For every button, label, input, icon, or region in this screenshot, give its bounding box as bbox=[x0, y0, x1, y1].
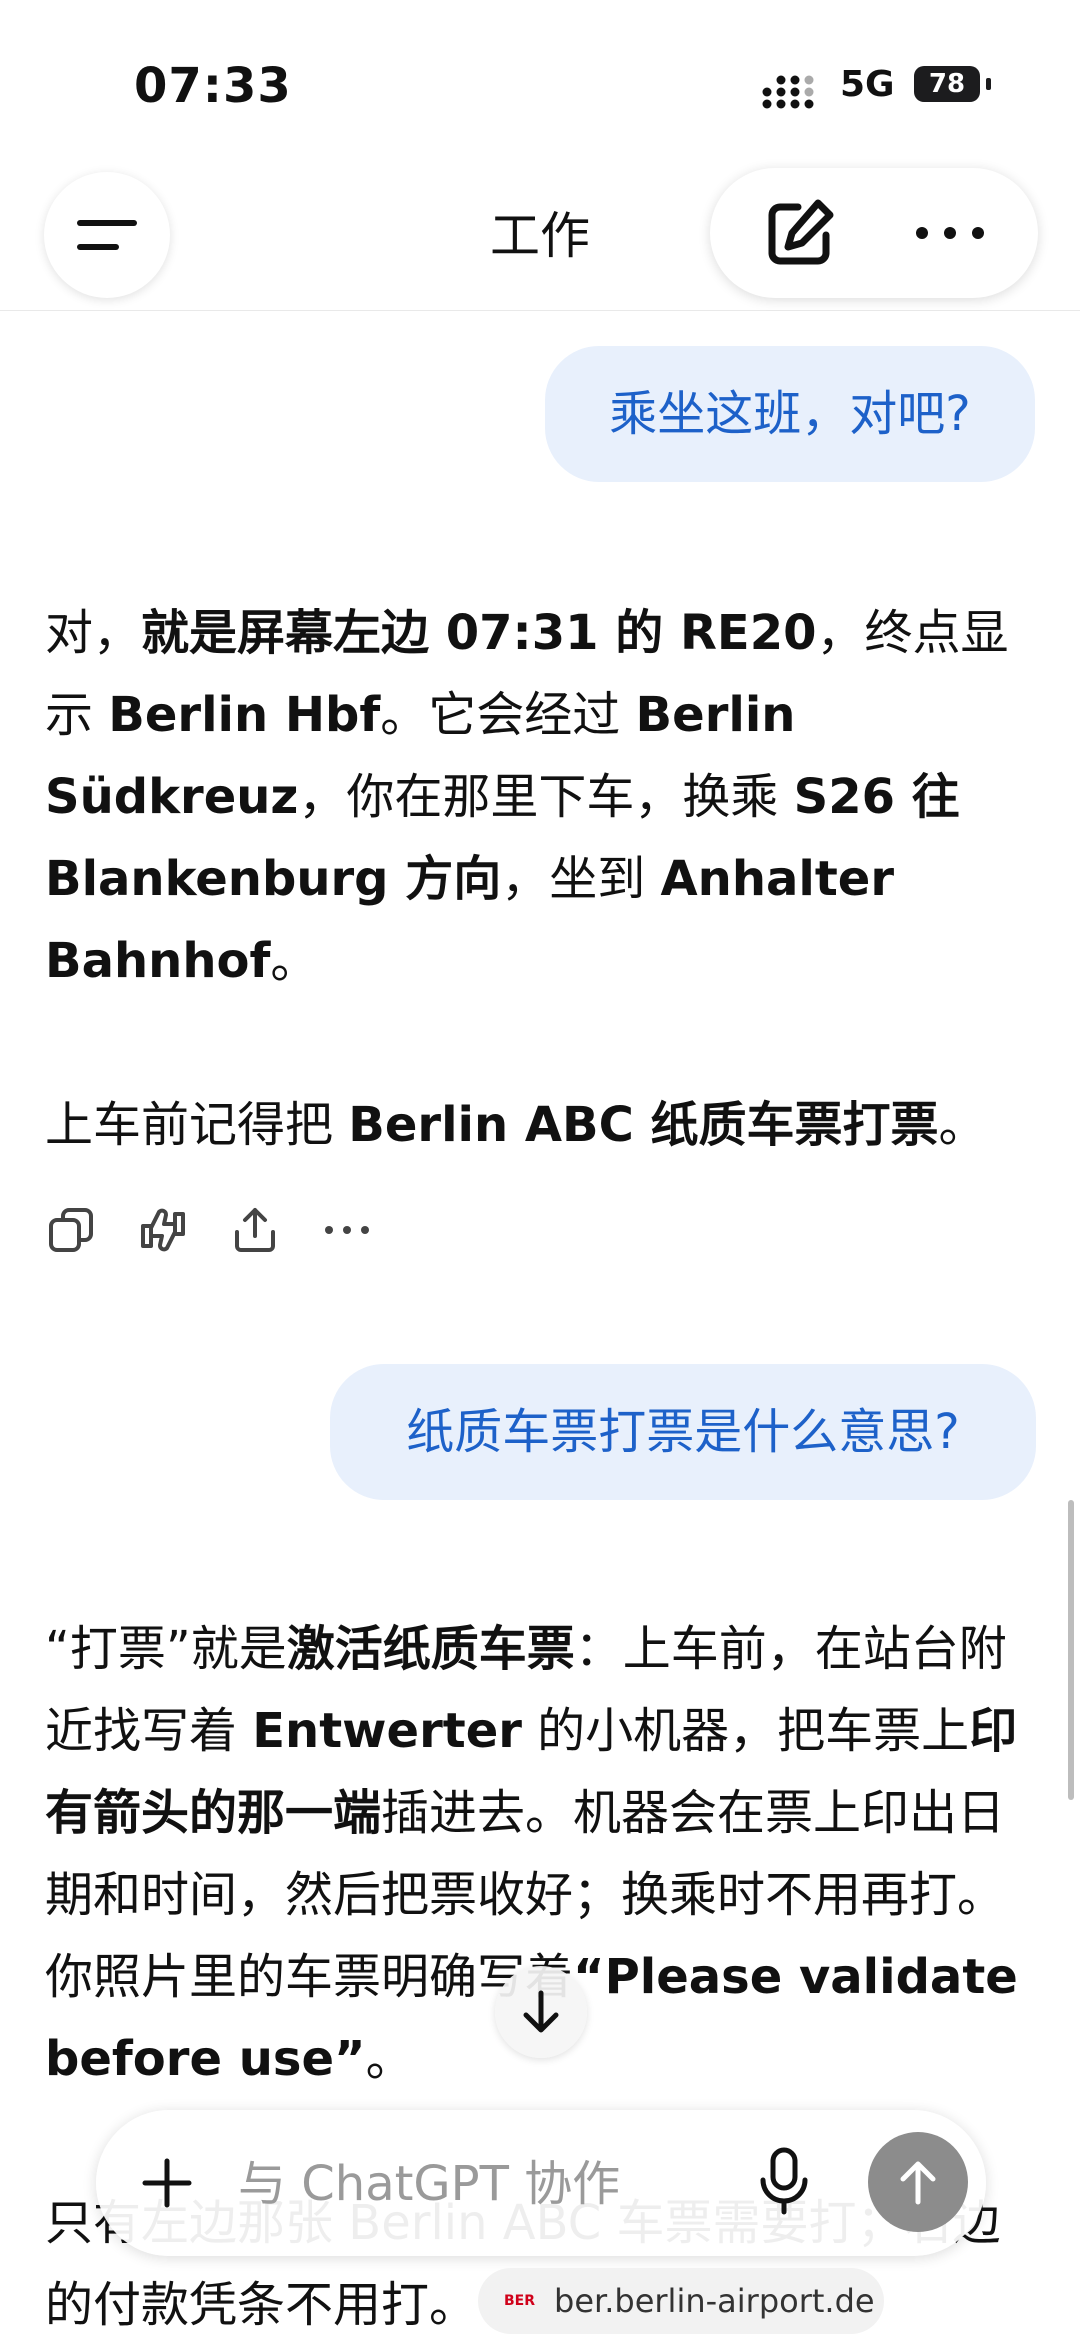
battery-icon: 78 bbox=[914, 66, 980, 102]
copy-button[interactable] bbox=[45, 1204, 97, 1256]
text-run: 。它会经过 bbox=[380, 687, 636, 743]
text-run-bold: Entwerter bbox=[252, 1703, 522, 1759]
answer-paragraph: 对，就是屏幕左边 07:31 的 RE20，终点显示 Berlin Hbf。它会… bbox=[45, 592, 1045, 1002]
text-run: 。 bbox=[270, 933, 319, 989]
text-run: 的小机器，把车票上 bbox=[521, 1703, 970, 1759]
text-run: 上车前记得把 bbox=[45, 1097, 349, 1153]
more-horizontal-icon bbox=[916, 227, 984, 239]
menu-button[interactable] bbox=[44, 172, 170, 298]
message-input[interactable] bbox=[236, 2152, 720, 2216]
text-run-bold: 激活纸质车票 bbox=[286, 1621, 575, 1677]
hamburger-icon bbox=[77, 220, 137, 250]
text-run: 。 bbox=[365, 2031, 414, 2087]
scroll-down-button[interactable] bbox=[495, 1966, 587, 2058]
status-time: 07:33 bbox=[134, 58, 292, 114]
text-run-bold: 就是屏幕左边 07:31 的 RE20 bbox=[141, 605, 817, 661]
microphone-button[interactable] bbox=[736, 2134, 832, 2230]
more-horizontal-icon bbox=[325, 1226, 369, 1234]
assistant-message: 对，就是屏幕左边 07:31 的 RE20，终点显示 Berlin Hbf。它会… bbox=[45, 592, 1045, 1166]
thumbs-up-down-icon bbox=[141, 1208, 185, 1252]
text-run-bold: Berlin Hbf bbox=[108, 687, 381, 743]
more-button[interactable] bbox=[890, 188, 1010, 278]
send-button[interactable] bbox=[868, 2132, 968, 2232]
user-message-text: 乘坐这班，对吧? bbox=[609, 386, 971, 442]
battery-tip bbox=[986, 78, 991, 90]
text-run: ，坐到 bbox=[501, 851, 661, 907]
compose-icon bbox=[768, 199, 834, 265]
status-bar: 07:33 5G 78 bbox=[0, 0, 1080, 160]
microphone-icon bbox=[760, 2147, 808, 2215]
website-address-bar[interactable]: BER ber.berlin-airport.de bbox=[478, 2268, 884, 2334]
page-title[interactable]: 工作 bbox=[440, 196, 640, 268]
more-actions-button[interactable] bbox=[321, 1204, 373, 1256]
message-actions bbox=[45, 1200, 373, 1260]
feedback-button[interactable] bbox=[137, 1204, 189, 1256]
url-text: ber.berlin-airport.de bbox=[554, 2282, 875, 2320]
site-favicon-icon: BER bbox=[504, 2293, 536, 2309]
arrow-down-icon bbox=[523, 1990, 559, 2033]
user-message-text: 纸质车票打票是什么意思? bbox=[406, 1404, 960, 1460]
network-label: 5G bbox=[840, 64, 895, 105]
header-actions bbox=[710, 168, 1038, 298]
top-bar: 工作 bbox=[0, 160, 1080, 311]
answer-paragraph: 上车前记得把 Berlin ABC 纸质车票打票。 bbox=[45, 1084, 1045, 1166]
user-message: 乘坐这班，对吧? bbox=[545, 346, 1035, 482]
scrollbar[interactable] bbox=[1068, 1500, 1074, 1800]
text-run: ，你在那里下车，换乘 bbox=[298, 769, 794, 825]
text-run: 对， bbox=[45, 605, 142, 661]
text-run: 。 bbox=[938, 1097, 987, 1153]
signal-icon bbox=[762, 75, 814, 109]
arrow-up-icon bbox=[900, 2161, 936, 2205]
share-button[interactable] bbox=[229, 1204, 281, 1256]
share-icon bbox=[235, 1208, 275, 1252]
copy-icon bbox=[49, 1208, 93, 1252]
compose-button[interactable] bbox=[740, 188, 860, 278]
user-message: 纸质车票打票是什么意思? bbox=[330, 1364, 1036, 1500]
text-run: “打票”就是 bbox=[45, 1621, 287, 1677]
plus-icon bbox=[142, 2158, 192, 2208]
composer bbox=[96, 2110, 986, 2256]
text-run-bold: Berlin ABC 纸质车票打票 bbox=[348, 1097, 939, 1153]
attach-button[interactable] bbox=[122, 2138, 212, 2228]
